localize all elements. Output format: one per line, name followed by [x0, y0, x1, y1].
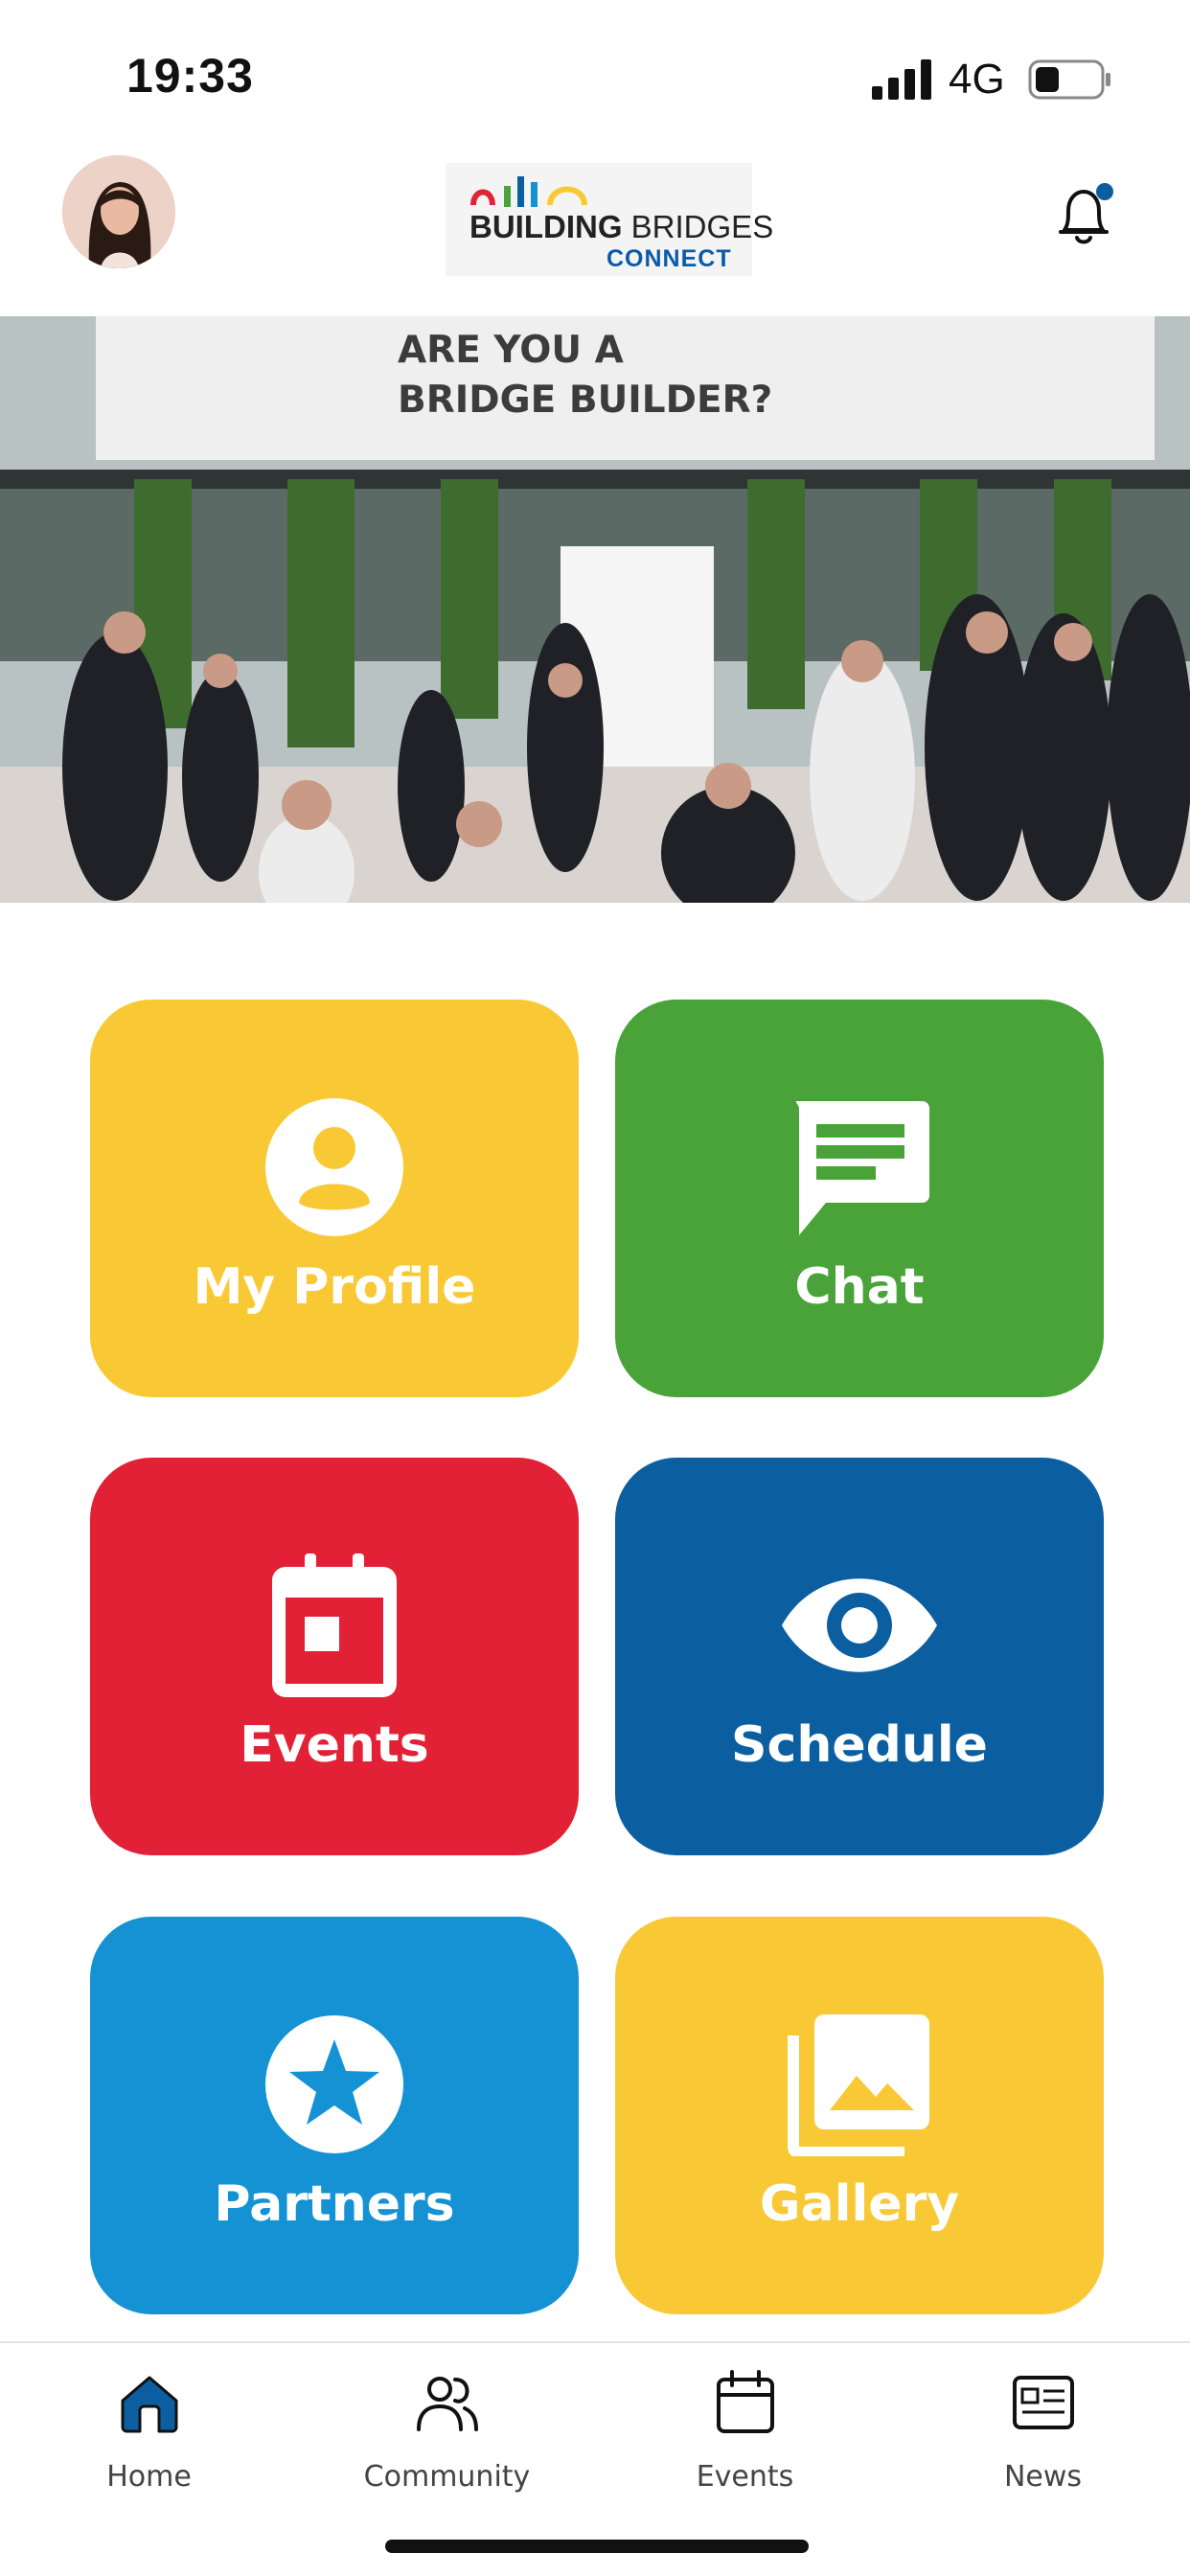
avatar-photo — [62, 155, 175, 268]
tab-label: Events — [696, 2460, 794, 2494]
battery-icon — [1028, 59, 1110, 100]
notification-bell-icon[interactable] — [1049, 180, 1118, 249]
tile-events[interactable]: Events — [90, 1458, 579, 1855]
hero-image: ARE YOU A BRIDGE BUILDER? — [0, 316, 1190, 903]
star-icon — [265, 2015, 403, 2153]
tab-community[interactable]: Community — [298, 2343, 596, 2525]
tile-label: My Profile — [193, 1258, 476, 1316]
community-icon — [416, 2377, 478, 2431]
signal-icon — [872, 59, 931, 100]
tab-label: Community — [363, 2460, 531, 2494]
news-icon — [1012, 2376, 1074, 2429]
tile-schedule[interactable]: Schedule — [615, 1458, 1104, 1855]
status-time: 19:33 — [126, 49, 254, 103]
tile-label: Gallery — [759, 2175, 960, 2233]
status-bar: 19:33 4G — [0, 0, 1190, 144]
tile-label: Chat — [794, 1258, 925, 1316]
tile-label: Schedule — [731, 1716, 988, 1774]
gallery-icon — [788, 2014, 929, 2156]
tile-gallery[interactable]: Gallery — [615, 1917, 1104, 2314]
tab-label: Home — [106, 2460, 192, 2494]
app-logo: BUILDING BRIDGES CONNECT — [446, 163, 773, 276]
tab-news[interactable]: News — [894, 2343, 1190, 2525]
tile-label: Partners — [214, 2175, 455, 2233]
tab-events[interactable]: Events — [596, 2343, 894, 2525]
logo-mark-icon — [470, 176, 587, 207]
logo-wordmark: BUILDING BRIDGES — [469, 209, 774, 244]
tile-my-profile[interactable]: My Profile — [90, 1000, 579, 1397]
person-icon — [265, 1098, 403, 1236]
home-icon — [121, 2376, 177, 2433]
app-header: BUILDING BRIDGES CONNECT — [0, 144, 1190, 316]
network-type: 4G — [949, 56, 1005, 103]
calendar-icon — [716, 2370, 774, 2433]
tile-chat[interactable]: Chat — [615, 1000, 1104, 1397]
eye-icon — [782, 1578, 937, 1672]
avatar[interactable] — [62, 155, 175, 268]
hero-banner-text: ARE YOU A BRIDGE BUILDER? — [398, 329, 773, 422]
tile-partners[interactable]: Partners — [90, 1917, 579, 2314]
home-indicator — [385, 2540, 809, 2553]
tab-home[interactable]: Home — [0, 2343, 298, 2525]
chat-icon — [795, 1101, 929, 1235]
tile-label: Events — [240, 1716, 429, 1774]
tab-label: News — [1003, 2460, 1083, 2494]
logo-subtitle: CONNECT — [606, 245, 732, 272]
calendar-icon — [272, 1553, 397, 1697]
